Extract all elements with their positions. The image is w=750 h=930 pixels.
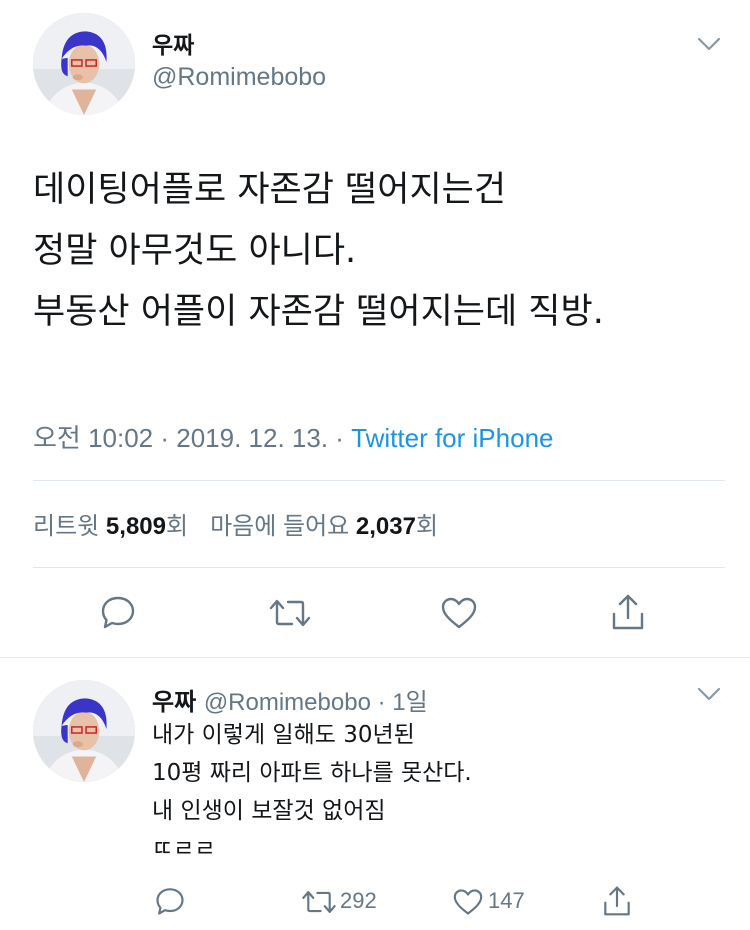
- tweet-time[interactable]: 오전 10:02: [33, 423, 153, 453]
- tweet-text-line: 부동산 어플이 자존감 떨어지는데 직방.: [33, 292, 604, 332]
- divider: [33, 567, 725, 568]
- comment-icon: [156, 888, 184, 915]
- tweet-text: 데이팅어플로 자존감 떨어지는건 정말 아무것도 아니다. 부동산 어플이 자존…: [33, 160, 604, 343]
- reply-text-line: ㄸㄹㄹ: [152, 836, 216, 862]
- retweet-count: 5,809: [105, 513, 166, 540]
- reply-reply-button[interactable]: [154, 886, 186, 916]
- reply-author-handle[interactable]: @Romimebobo: [204, 689, 371, 716]
- reply-text-line: 내 인생이 보잘것 없어짐: [152, 798, 386, 824]
- reply-retweet-count: 292: [340, 888, 377, 913]
- comment-icon: [101, 596, 135, 629]
- reply-button[interactable]: [99, 594, 137, 630]
- reply-author-avatar[interactable]: [33, 680, 135, 782]
- tweet-date[interactable]: 2019. 12. 13.: [176, 423, 328, 453]
- tweet-meta: 오전 10:02 · 2019. 12. 13. · Twitter for i…: [33, 418, 553, 455]
- reply-text-line: 10평 짜리 아파트 하나를 못산다.: [152, 760, 472, 786]
- reply-age[interactable]: 1일: [392, 689, 427, 716]
- retweet-button[interactable]: [268, 596, 312, 630]
- meta-separator: ·: [370, 689, 393, 716]
- divider: [33, 480, 725, 481]
- retweet-icon: [302, 891, 336, 913]
- retweet-label: 리트윗: [33, 513, 100, 540]
- author-avatar[interactable]: [33, 13, 135, 115]
- reply-text-line: 내가 이렇게 일해도 30년된: [152, 722, 415, 748]
- heart-icon: [441, 597, 477, 629]
- divider: [0, 657, 750, 658]
- like-count: 2,037: [355, 513, 416, 540]
- like-stat[interactable]: 마음에 들어요 2,037회: [210, 513, 438, 540]
- meta-separator: ·: [153, 423, 177, 453]
- tweet-menu-button[interactable]: [696, 36, 722, 52]
- tweet-source-link[interactable]: Twitter for iPhone: [351, 423, 553, 453]
- retweet-stat[interactable]: 리트윗 5,809회: [33, 513, 188, 540]
- reply-share-button[interactable]: [602, 884, 632, 918]
- avatar-image: [33, 13, 135, 115]
- share-icon: [612, 594, 644, 630]
- chevron-down-icon: [697, 687, 721, 701]
- author-name[interactable]: 우짜: [152, 26, 194, 60]
- author-handle[interactable]: @Romimebobo: [152, 63, 326, 92]
- like-suffix: 회: [415, 513, 439, 540]
- tweet-text-line: 정말 아무것도 아니다.: [33, 231, 357, 271]
- reply-author-name[interactable]: 우짜: [152, 688, 196, 716]
- heart-icon: [453, 889, 483, 915]
- reply-like-button[interactable]: [452, 888, 484, 916]
- reply-header: 우짜 @Romimebobo · 1일: [152, 682, 428, 717]
- like-button[interactable]: [440, 596, 478, 630]
- like-label: 마음에 들어요: [210, 513, 350, 540]
- reply-retweet-button[interactable]: [300, 888, 338, 916]
- chevron-down-icon: [697, 37, 721, 51]
- tweet-stats: 리트윗 5,809회 마음에 들어요 2,037회: [33, 506, 438, 541]
- reply-menu-button[interactable]: [696, 686, 722, 702]
- avatar-image: [33, 680, 135, 782]
- share-icon: [604, 886, 630, 916]
- retweet-suffix: 회: [165, 513, 189, 540]
- tweet-text-line: 데이팅어플로 자존감 떨어지는건: [33, 170, 507, 210]
- reply-like-count: 147: [488, 888, 525, 913]
- reply-text: 내가 이렇게 일해도 30년된 10평 짜리 아파트 하나를 못산다. 내 인생…: [152, 716, 472, 868]
- meta-separator: ·: [328, 423, 352, 453]
- share-button[interactable]: [610, 592, 646, 632]
- retweet-icon: [269, 599, 311, 627]
